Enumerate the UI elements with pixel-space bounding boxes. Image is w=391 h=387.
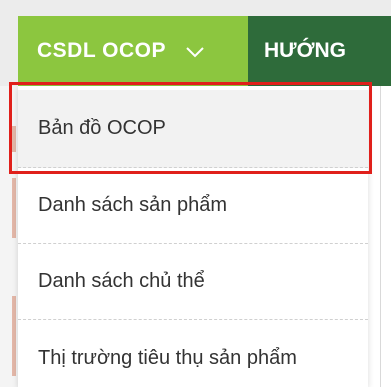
menu-item-label: Danh sách chủ thể	[38, 270, 205, 292]
nav-item-huong-label: HƯỚNG	[264, 39, 347, 62]
menu-item-label: Danh sách sản phẩm	[38, 194, 228, 216]
background-mark	[12, 178, 16, 238]
menu-item-danh-sach-san-pham[interactable]: Danh sách sản phẩm	[18, 168, 368, 244]
nav-item-csdl-ocop-label: CSDL OCOP	[37, 39, 166, 62]
menu-item-label: Thị trường tiêu thụ sản phẩm	[38, 346, 297, 369]
chevron-down-icon	[186, 45, 204, 58]
divider	[380, 86, 381, 387]
background-mark	[12, 296, 16, 376]
menu-item-danh-sach-chu-the[interactable]: Danh sách chủ thể	[18, 244, 368, 320]
screenshot-stage: CSDL OCOP HƯỚNG Bản đồ OCOP Danh sách sả…	[0, 0, 391, 387]
nav-item-huong[interactable]: HƯỚNG	[248, 16, 391, 86]
highlight-box	[9, 82, 372, 174]
nav-item-csdl-ocop[interactable]: CSDL OCOP	[18, 16, 248, 86]
top-strip	[0, 0, 391, 16]
menu-item-thi-truong-tieu-thu[interactable]: Thị trường tiêu thụ sản phẩm	[18, 320, 368, 387]
